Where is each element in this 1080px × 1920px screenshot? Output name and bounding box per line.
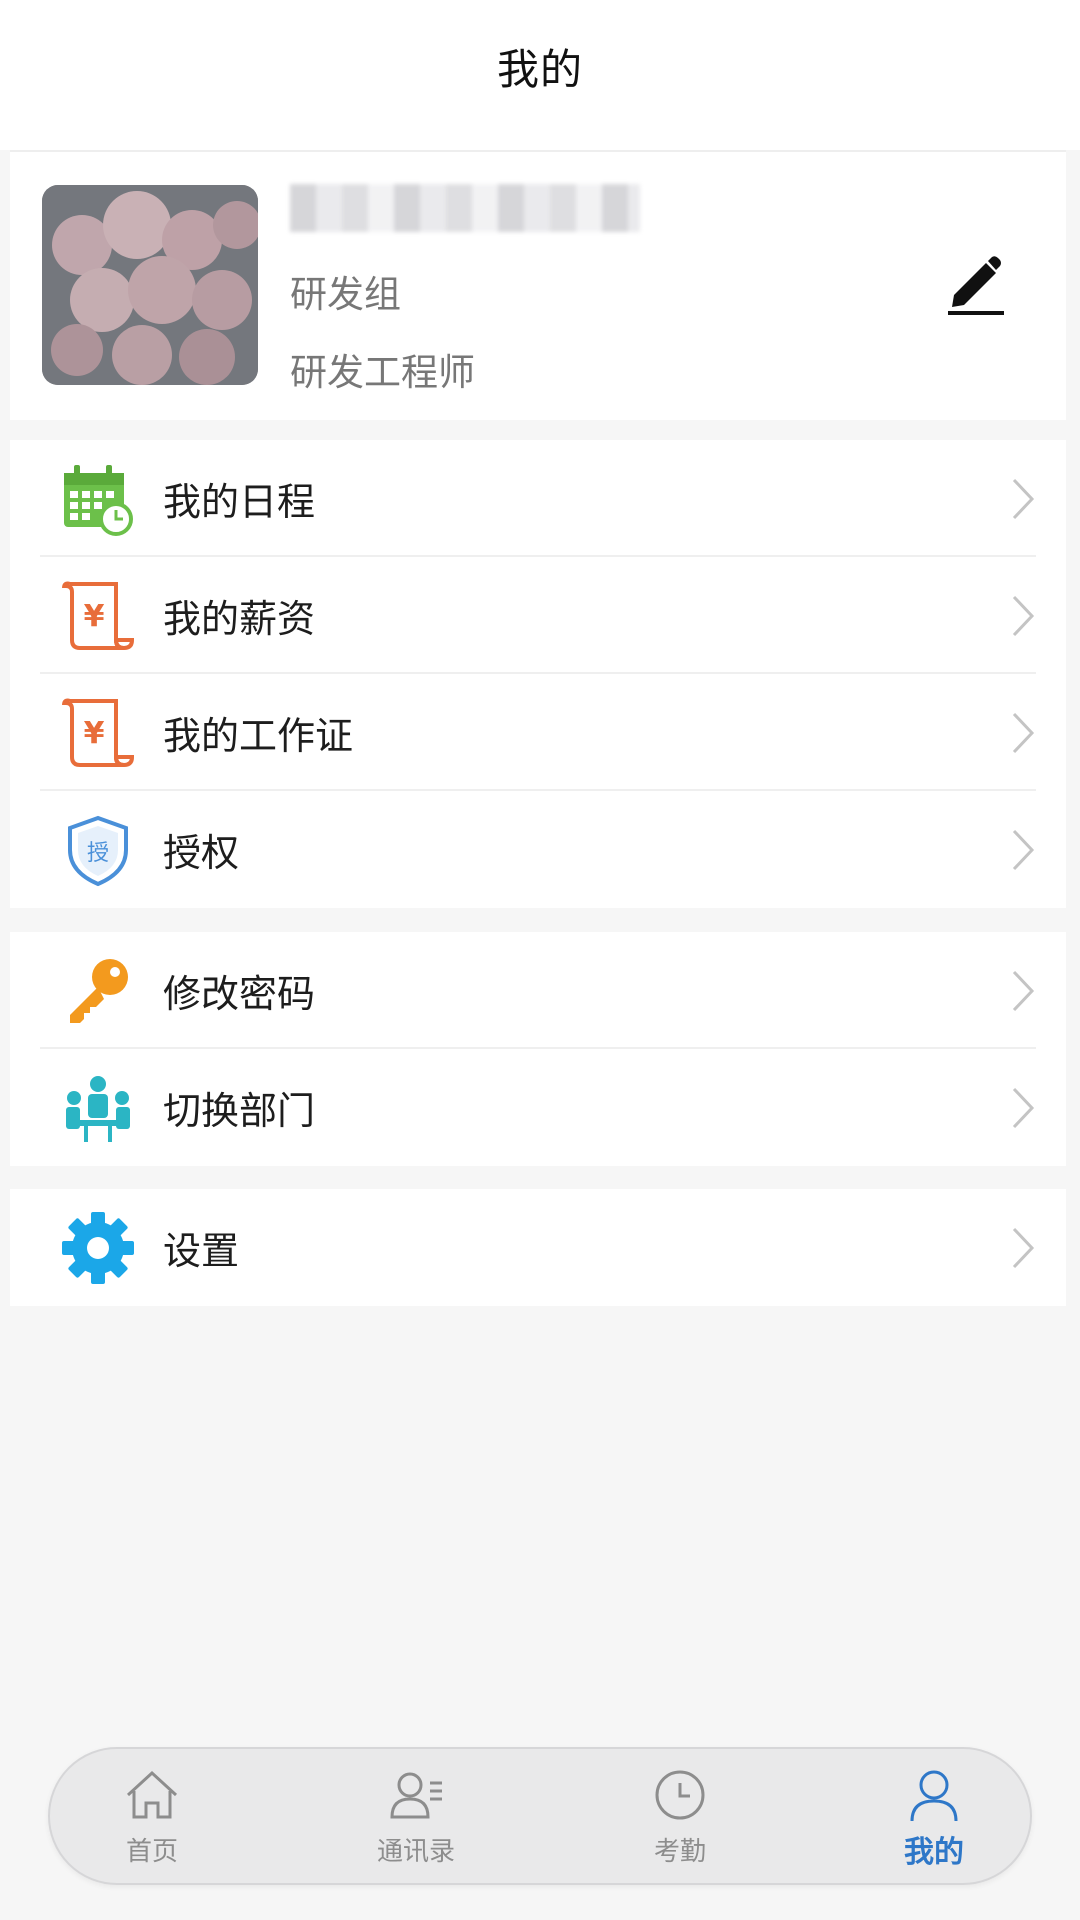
menu-item-work-badge[interactable]: ¥ 我的工作证 <box>10 674 1066 791</box>
avatar[interactable] <box>42 185 258 385</box>
menu-item-settings[interactable]: 设置 <box>10 1189 1066 1306</box>
page-title: 我的 <box>496 44 583 94</box>
chevron-right-icon <box>1012 970 1035 1011</box>
menu-item-label: 我的工作证 <box>163 714 354 758</box>
top-nav-bar: 我的 <box>0 0 1080 150</box>
menu-item-change-password[interactable]: 修改密码 <box>10 932 1066 1049</box>
tab-label: 考勤 <box>653 1837 706 1867</box>
user-name-blurred <box>290 184 640 232</box>
tab-label: 首页 <box>125 1837 178 1867</box>
home-icon <box>126 1770 178 1819</box>
calendar-clock-icon <box>64 464 133 536</box>
switch-department-icon <box>66 1075 130 1142</box>
tab-mine[interactable]: 我的 <box>854 1749 1014 1883</box>
menu-item-schedule[interactable]: 我的日程 <box>10 440 1066 557</box>
menu-item-salary[interactable]: ¥ 我的薪资 <box>10 557 1066 674</box>
menu-item-label: 设置 <box>163 1229 240 1273</box>
menu-group-personal: 我的日程 ¥ 我的薪资 ¥ 我的工作证 授 授权 <box>10 440 1066 908</box>
menu-item-authorize[interactable]: 授 授权 <box>10 791 1066 908</box>
edit-profile-button[interactable] <box>940 247 1010 317</box>
tab-home[interactable]: 首页 <box>72 1749 232 1883</box>
authorize-shield-icon: 授 <box>68 815 128 886</box>
menu-item-label: 授权 <box>163 831 240 875</box>
tab-label: 我的 <box>904 1835 964 1870</box>
tab-contacts[interactable]: 通讯录 <box>336 1749 496 1883</box>
salary-scroll-icon: ¥ <box>62 581 135 650</box>
user-position: 研发工程师 <box>290 351 475 394</box>
svg-text:授: 授 <box>87 841 109 866</box>
menu-item-label: 我的日程 <box>163 480 316 524</box>
profile-card[interactable]: 研发组 研发工程师 <box>10 150 1066 420</box>
clock-icon <box>655 1770 705 1820</box>
chevron-right-icon <box>1012 829 1035 870</box>
chevron-right-icon <box>1012 595 1035 636</box>
svg-text:¥: ¥ <box>84 599 105 634</box>
menu-item-label: 我的薪资 <box>163 597 316 641</box>
pencil-icon <box>948 256 1004 315</box>
menu-group-account: 修改密码 切换部门 <box>10 932 1066 1166</box>
menu-item-switch-department[interactable]: 切换部门 <box>10 1049 1066 1166</box>
svg-text:¥: ¥ <box>84 716 105 751</box>
tab-attendance[interactable]: 考勤 <box>600 1749 760 1883</box>
chevron-right-icon <box>1012 478 1035 519</box>
chevron-right-icon <box>1012 712 1035 753</box>
key-icon <box>70 958 128 1023</box>
user-department: 研发组 <box>290 273 401 316</box>
user-icon <box>910 1770 958 1822</box>
bottom-tab-bar: 首页 通讯录 考勤 我的 <box>48 1747 1032 1885</box>
gear-icon <box>62 1211 134 1284</box>
menu-item-label: 修改密码 <box>163 972 316 1016</box>
chevron-right-icon <box>1012 1087 1035 1128</box>
menu-item-label: 切换部门 <box>163 1089 316 1133</box>
chevron-right-icon <box>1012 1227 1035 1268</box>
menu-group-settings: 设置 <box>10 1189 1066 1306</box>
work-badge-scroll-icon: ¥ <box>62 698 135 767</box>
tab-label: 通讯录 <box>376 1837 455 1867</box>
contacts-icon <box>390 1772 442 1819</box>
